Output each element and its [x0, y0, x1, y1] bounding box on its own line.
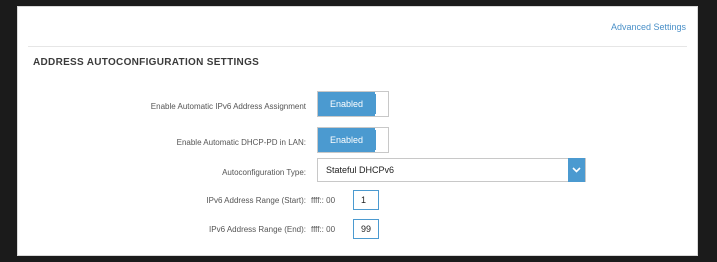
advanced-settings-link[interactable]: Advanced Settings — [611, 22, 686, 32]
autoconfig-type-value: Stateful DHCPv6 — [326, 165, 395, 175]
auto-dhcp-pd-label: Enable Automatic DHCP-PD in LAN: — [176, 138, 306, 147]
toggle-knob — [374, 130, 386, 150]
range-end-input[interactable] — [353, 219, 379, 239]
section-title: ADDRESS AUTOCONFIGURATION SETTINGS — [33, 57, 260, 68]
autoconfig-type-label: Autoconfiguration Type: — [222, 168, 306, 177]
range-start-label: IPv6 Address Range (Start): — [206, 196, 306, 205]
settings-panel: Advanced Settings ADDRESS AUTOCONFIGURAT… — [17, 6, 698, 256]
range-start-input[interactable] — [353, 190, 379, 210]
header-divider — [28, 46, 687, 47]
auto-dhcp-pd-toggle-state: Enabled — [318, 128, 375, 152]
auto-ipv6-toggle[interactable]: Enabled — [317, 91, 389, 117]
auto-ipv6-toggle-state: Enabled — [318, 92, 375, 116]
chevron-down-icon[interactable] — [568, 158, 585, 182]
auto-dhcp-pd-toggle[interactable]: Enabled — [317, 127, 389, 153]
range-start-prefix: ffff:: 00 — [311, 196, 336, 205]
toggle-knob — [374, 94, 386, 114]
range-end-label: IPv6 Address Range (End): — [209, 225, 306, 234]
auto-ipv6-label: Enable Automatic IPv6 Address Assignment — [150, 102, 306, 111]
range-end-prefix: ffff:: 00 — [311, 225, 336, 234]
autoconfig-type-select[interactable]: Stateful DHCPv6 — [317, 158, 586, 182]
